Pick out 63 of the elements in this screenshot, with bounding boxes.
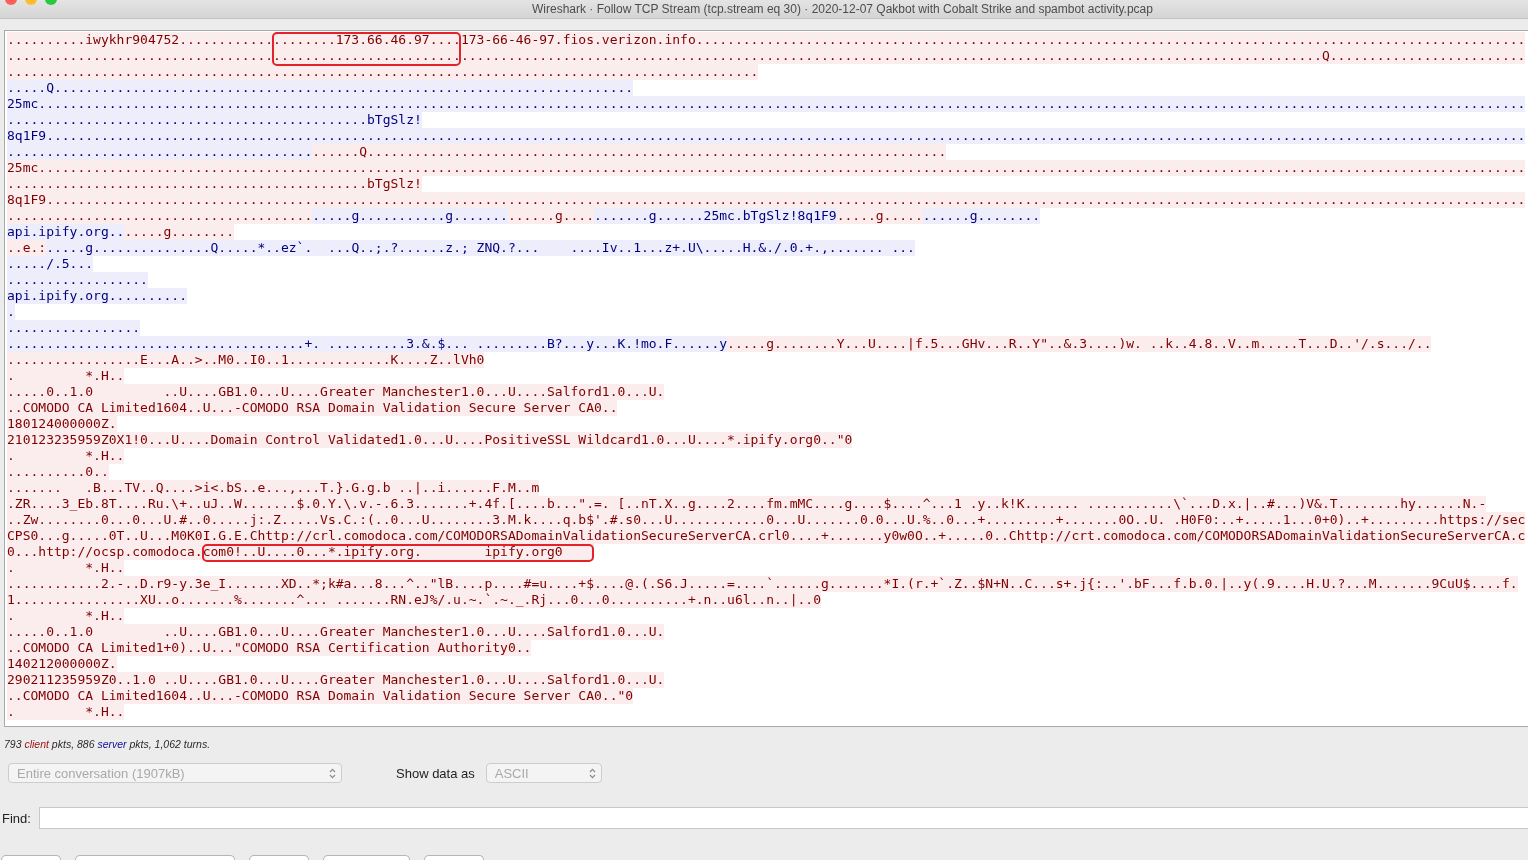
client-stream-text: . *.H.. [7,368,125,384]
client-stream-text: ..........0.. [7,464,109,480]
client-stream-text: . *.H.. [7,448,125,464]
client-stream-text: ......g.... [507,208,594,224]
client-stream-text: 1................XU..o.......%.......^... .......RN.eJ%/.u.~.`.~._.Rj...0...0..........+.n..u6l..n..|..0 [7,592,821,608]
server-stream-text: .....Q.......................................................................... [7,80,634,96]
client-stream-text: ....... .B...TV..Q....>i<.bS..e...,...T.}.G.g.b ..|..i......F.M..m [7,480,540,496]
client-stream-text: ..............................................bTgSlz! [7,176,422,192]
client-stream-text: ..Zw........0...0...U.#..0.....j:.Z.....Vs.C.:(..0...U........3.M.k....q.b$'.#.s0...U............0...U.......0.0...U.%..0...+.........+.......0O..U. .H0F0:..+.....1...0+0)..+.........https://sec [7,512,1526,528]
server-stream-text: .....g...........g....... [312,208,508,224]
window-close-button[interactable] [5,0,17,5]
client-stream-text: .................E...A..>..M0..I0..1.............K....Z..lVh0 [7,352,485,368]
client-stream-text: 25mc.............................................................................................................................................................................................. [7,160,1526,176]
client-stream-text: ................................................................................................ [7,64,759,80]
updown-chevron-icon [329,767,336,779]
find-input[interactable] [38,807,1528,829]
window-zoom-button[interactable] [45,0,57,5]
client-stream-text: CPS0...g.....0T..U...M0K0I.G.E.Chttp://crl.comodoca.com/COMODORSADomainValidationSecureServerCA.crl0....+.......y0w0O..+.....0..Chttp://crt.comodoca.com/COMODORSADomainValidationSecureServerCA.c [7,528,1526,544]
dialog-button[interactable] [424,855,484,860]
server-stream-text: 25mc.............................................................................................................................................................................................. [7,96,1526,112]
server-stream-text: ...../.5... [7,256,94,272]
client-stream-text: .....0..1.0 ..U....GB1.0...U....Greater Manchester1.0...U....Salford1.0...U. [7,384,665,400]
server-stream-text: .....g...............Q.....*..ez`. ...Q..;.?......z.; ZNQ.?... ....Iv..1...z+.U\.....H.&./.0.+.,....... ... [46,240,915,256]
window-title: Wireshark · Follow TCP Stream (tcp.stream eq 30) · 2020-12-07 Qakbot with Cobalt Strike and spambot activity.pcap [532,2,1153,16]
client-stream-text: ....................................... [7,208,313,224]
client-stream-text: . *.H.. [7,608,125,624]
dialog-button[interactable] [1,855,61,860]
client-stream-text: .....g..... [836,208,923,224]
client-stream-text: 180124000000Z. [7,416,117,432]
server-stream-text: ................. [7,320,141,336]
client-stream-text: . *.H.. [7,704,125,720]
server-stream-text: .................. [7,272,148,288]
client-stream-text: ..COMODO CA Limited1+0)..U..."COMODO RSA Certification Authority0.. [7,640,532,656]
client-stream-text: 140212000000Z. [7,656,117,672]
server-stream-text: ....................................... [7,144,313,160]
dialog-button[interactable] [323,855,410,860]
client-stream-text: ......Q.......................................................................... [312,144,947,160]
window-minimize-button[interactable] [25,0,37,5]
client-stream-text: .....g........Y...U....|f.5...GHv...R..Y"..&.3....)w. ..k..4.8..V..m.....T...D..'/.s.../.. [727,336,1432,352]
server-stream-text: . [7,304,15,320]
client-stream-text: ............2.-..D.r9-y.3e_I.......XD..*;k#a...8...^.."lB....p....#=u....+$....@.(.S6.J.....=....`......g.......*I.(r.+`.Z..$N+N..C...s+.j{:..'.bF...f.b.0.|..y(.9....H.U.?...M.......9CuU$....f. [7,576,1518,592]
server-stream-text: ......g........ [922,208,1041,224]
server-stream-text: ..............................................bTgSlz! [7,112,422,128]
client-stream-text: .....0..1.0 ..U....GB1.0...U....Greater Manchester1.0...U....Salford1.0...U. [7,624,665,640]
server-stream-text: api.ipify.org.......... [7,288,187,304]
client-stream-text: .ZR....3_Eb.8T....Ru.\+..uJ..W.......$.0.Y.\.v.-.6.3.......+.4f.[....b...".=. [..nT.X..g....2....fm.mMC....g....$....^...1 .y..k!K....... ...........\`...D.x.|..#...)V&.T........hy......N.- [7,496,1487,512]
server-stream-text: ......................................+. ..........3.&.$... .........B?...y...K.!mo.F......y [7,336,728,352]
find-label: Find: [2,810,31,826]
dialog-button[interactable] [249,855,309,860]
server-stream-text: 8q1F9............................................................................................................................................................................................. [7,128,1526,144]
server-stream-text: api.ipify.org.. [7,224,125,240]
client-stream-text: .....g........ [124,224,234,240]
server-stream-text: .......g......25mc.bTgSlz!8q1F9 [594,208,837,224]
client-stream-text: 8q1F9............................................................................................................................................................................................. [7,192,1526,208]
client-stream-text: ..COMODO CA Limited1604..U...-COMODO RSA Domain Validation Secure Server CA0.."0 [7,688,634,704]
client-stream-text: 290211235959Z0..1.0 ..U....GB1.0...U....Greater Manchester1.0...U....Salford1.0...U. [7,672,665,688]
updown-chevron-icon [588,767,596,779]
client-stream-text: 210123235959Z0X1!0...U....Domain Control Validated1.0...U....PositiveSSL Wildcard1.0...U....*.ipify.org0.."0 [7,432,853,448]
client-stream-text: . *.H.. [7,560,125,576]
show-data-as-label: Show data as [396,765,475,781]
client-stream-text: ..COMODO CA Limited1604..U...-COMODO RSA Domain Validation Secure Server CA0.. [7,400,618,416]
client-stream-text: ..e.: [7,240,47,256]
dialog-button[interactable] [75,855,235,860]
